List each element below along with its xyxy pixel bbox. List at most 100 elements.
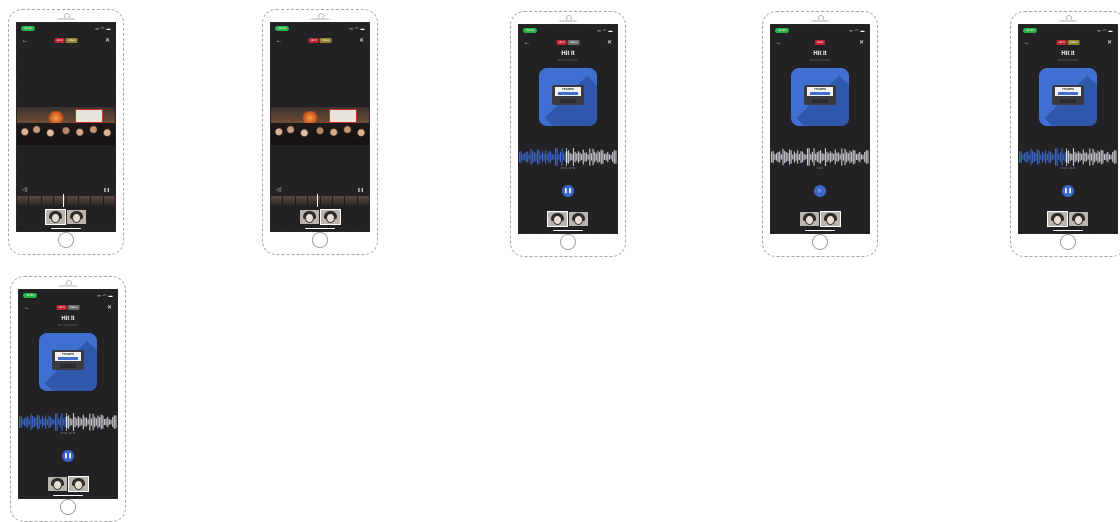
waveform-bar	[1084, 152, 1086, 162]
waveform-bar	[58, 419, 60, 425]
avatar-thumbnail-2[interactable]	[1069, 212, 1088, 226]
speaker-grille	[559, 20, 577, 22]
tab-audio[interactable]: Hit It	[54, 38, 65, 43]
volume-icon[interactable]: ◁)	[22, 187, 28, 193]
avatar-thumbnail-2[interactable]	[569, 212, 588, 226]
speaker-grille	[811, 20, 829, 22]
close-icon[interactable]: ✕	[859, 40, 864, 46]
back-arrow-icon[interactable]: ←	[776, 40, 782, 46]
waveform-bar	[1028, 154, 1030, 160]
tab-video[interactable]: Video	[567, 40, 580, 45]
tab-audio[interactable]: Hit It	[814, 40, 826, 45]
pause-button[interactable]: ❚❚	[62, 450, 74, 462]
waveform-bar	[1036, 149, 1039, 165]
tab-video[interactable]: Video	[65, 38, 78, 43]
waveform-bar	[532, 150, 534, 164]
avatar-thumbnail-1[interactable]	[800, 212, 819, 226]
waveform-bar	[1061, 148, 1063, 166]
waveform-bar	[1069, 153, 1071, 161]
tab-audio[interactable]: Hit It	[1056, 40, 1067, 45]
pause-icon[interactable]: ❚❚	[103, 187, 110, 192]
video-timeline[interactable]	[271, 194, 369, 207]
avatar-thumbnail-1[interactable]	[1047, 211, 1068, 227]
avatar-thumbnail-2[interactable]	[67, 210, 86, 224]
home-button[interactable]	[560, 234, 576, 250]
media-tabs: Hit It	[814, 40, 826, 45]
video-timeline[interactable]	[17, 194, 115, 207]
waveform-bar	[1103, 154, 1106, 160]
playback-time: 00:03 / 00:38	[1060, 167, 1076, 170]
avatar-thumbnail-2[interactable]	[68, 476, 89, 492]
tab-audio[interactable]: Hit It	[556, 40, 567, 45]
back-arrow-icon[interactable]: ←	[524, 40, 530, 46]
waveform-bar	[63, 418, 65, 426]
close-icon[interactable]: ✕	[105, 38, 110, 44]
waveform-bar	[1102, 150, 1104, 164]
waveform-bar	[605, 153, 607, 161]
waveform-bar	[103, 419, 106, 425]
avatar-thumbnails	[800, 211, 841, 227]
waveform-bar	[599, 152, 601, 162]
avatar-thumbnail-1[interactable]	[48, 477, 67, 491]
waveform-bar	[1077, 151, 1079, 163]
pause-button[interactable]: ❚❚	[562, 185, 574, 197]
waveform-bar	[569, 153, 571, 161]
cassette-icon: 7TAMPS	[52, 350, 84, 370]
volume-icon[interactable]: ◁)	[276, 187, 282, 193]
waveform-bar	[540, 154, 542, 160]
avatar-thumbnail-1[interactable]	[45, 209, 66, 225]
tab-audio[interactable]: Hit It	[56, 305, 67, 310]
back-arrow-icon[interactable]: ←	[22, 38, 28, 44]
playback-time: 00:07	[816, 167, 824, 170]
home-button[interactable]	[312, 232, 328, 248]
tab-video[interactable]: Video	[319, 38, 332, 43]
close-icon[interactable]: ✕	[1107, 40, 1112, 46]
cassette-icon: 7TAMPS	[804, 85, 836, 105]
tab-video[interactable]: Video	[1067, 40, 1080, 45]
home-button[interactable]	[1060, 234, 1076, 250]
home-button[interactable]	[58, 232, 74, 248]
home-button[interactable]	[812, 234, 828, 250]
speaker-grille	[59, 285, 77, 287]
timeline-playhead[interactable]	[317, 194, 318, 207]
avatar-thumbnail-2[interactable]	[320, 209, 341, 225]
close-icon[interactable]: ✕	[607, 40, 612, 46]
waveform-bar	[1038, 150, 1040, 164]
avatar-thumbnail-2[interactable]	[820, 211, 841, 227]
back-arrow-icon[interactable]: ←	[276, 38, 282, 44]
waveform-bar	[1094, 151, 1096, 163]
waveform-bar	[831, 152, 833, 162]
status-icons: ▪▪ ◠ ▬	[849, 28, 865, 33]
close-icon[interactable]: ✕	[107, 305, 112, 311]
avatar-thumbnail-1[interactable]	[300, 210, 319, 224]
waveform-bar	[23, 418, 26, 426]
audio-waveform[interactable]	[771, 148, 869, 166]
waveform-bar	[802, 151, 804, 163]
video-preview[interactable]	[271, 107, 369, 145]
audio-waveform[interactable]	[1019, 148, 1117, 166]
status-icons: ▪▪ ◠ ▬	[95, 26, 111, 31]
waveform-bar	[576, 153, 578, 161]
video-preview[interactable]	[17, 107, 115, 145]
play-button[interactable]: ▷	[814, 185, 826, 197]
back-arrow-icon[interactable]: ←	[1024, 40, 1030, 46]
waveform-bar	[849, 150, 851, 164]
close-icon[interactable]: ✕	[359, 38, 364, 44]
tab-video[interactable]: Video	[67, 305, 80, 310]
pause-icon[interactable]: ❚❚	[357, 187, 364, 192]
home-indicator	[53, 495, 83, 496]
audio-waveform[interactable]	[519, 148, 617, 166]
waveform-bar	[519, 151, 521, 163]
back-arrow-icon[interactable]: ←	[24, 305, 30, 311]
waveform-bar	[112, 417, 114, 427]
pause-button[interactable]: ❚❚	[1062, 185, 1074, 197]
timeline-playhead[interactable]	[63, 194, 64, 207]
speaker-grille	[1059, 20, 1077, 22]
avatar-thumbnail-1[interactable]	[547, 211, 568, 227]
audio-waveform[interactable]	[19, 413, 117, 431]
waveform-bar	[548, 151, 550, 163]
waveform-bar	[771, 151, 773, 163]
waveform-bar	[543, 153, 545, 161]
home-button[interactable]	[60, 499, 76, 515]
tab-audio[interactable]: Hit It	[308, 38, 319, 43]
